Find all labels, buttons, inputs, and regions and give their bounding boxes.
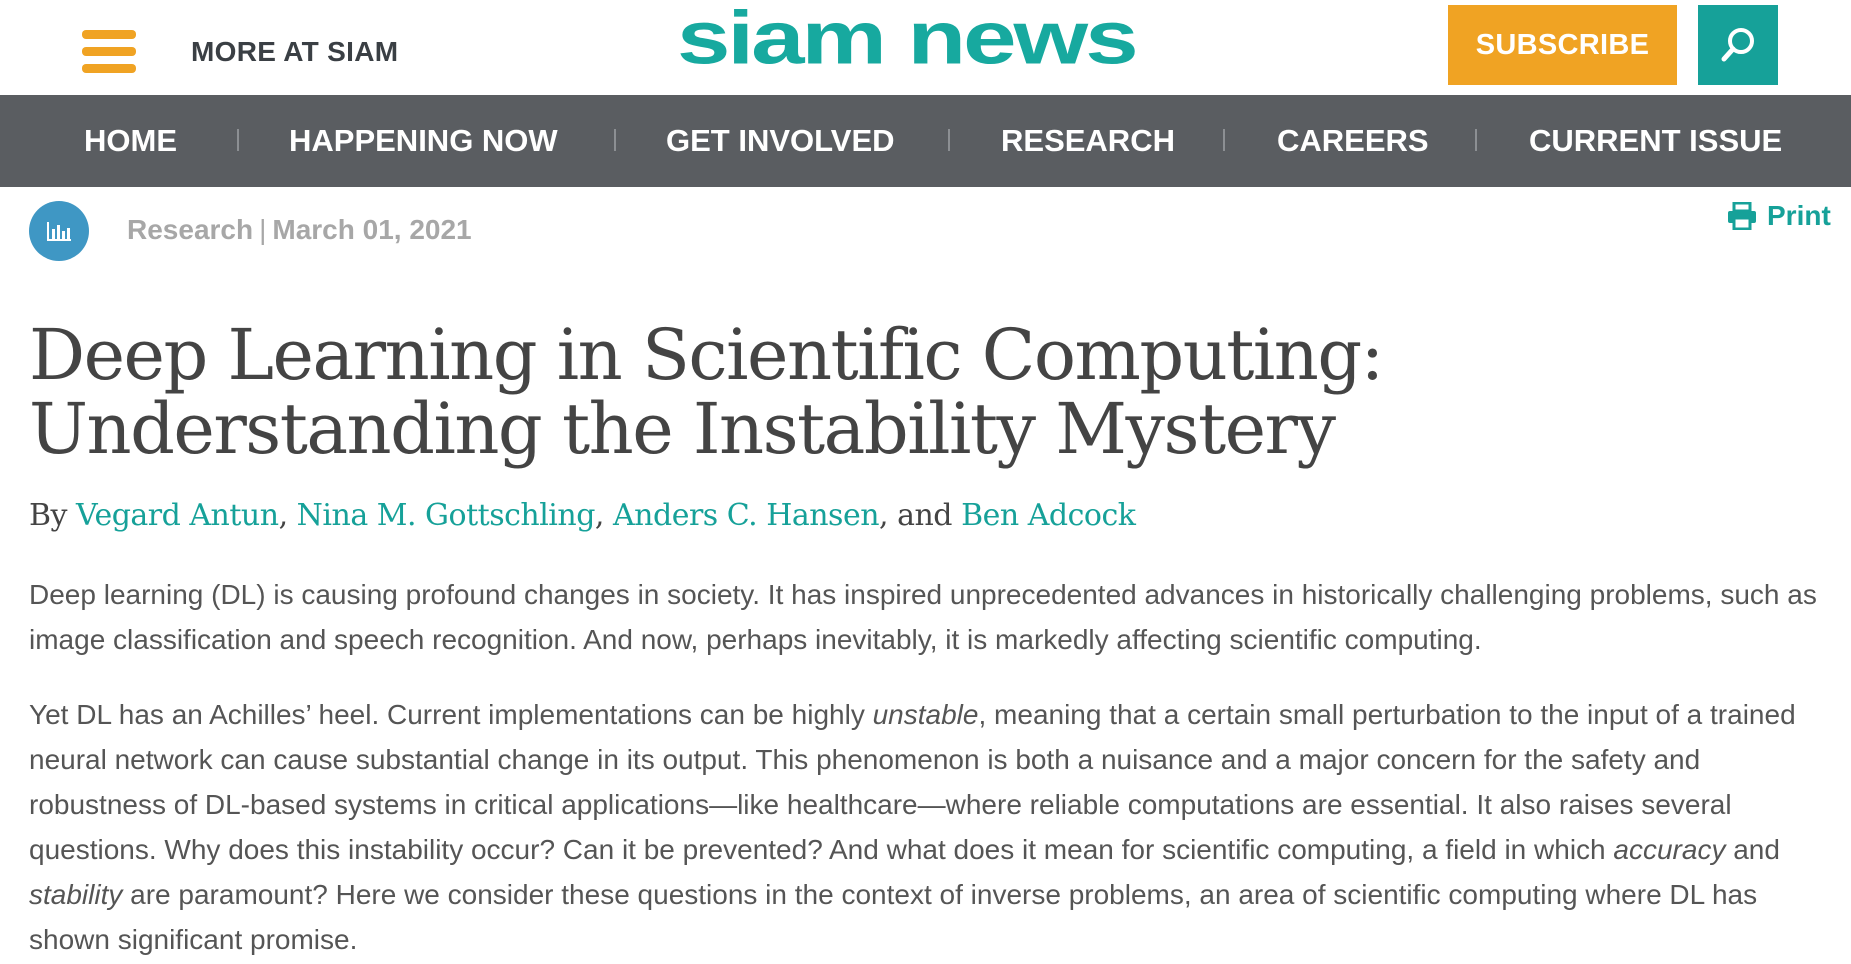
meta-separator: |	[259, 214, 267, 245]
hamburger-menu-icon[interactable]	[82, 30, 136, 74]
emphasis-stability: stability	[29, 879, 123, 910]
article-paragraph-1: Deep learning (DL) is causing profound c…	[29, 579, 1817, 655]
article-title: Deep Learning in Scientific Computing: U…	[29, 318, 1529, 466]
author-link[interactable]: Nina M. Gottschling	[297, 498, 596, 533]
nav-item-research[interactable]: RESEARCH	[1001, 95, 1175, 187]
nav-item-home[interactable]: HOME	[84, 95, 177, 187]
author-separator: ,	[594, 498, 605, 533]
article-paragraph-2: Yet DL has an Achilles’ heel. Current im…	[29, 692, 1829, 962]
nav-divider	[1223, 129, 1225, 151]
bar-chart-icon	[47, 222, 71, 241]
byline: By Vegard Antun, Nina M. Gottschling, An…	[29, 498, 1136, 533]
search-icon	[1721, 28, 1754, 62]
nav-item-get-involved[interactable]: GET INVOLVED	[666, 95, 895, 187]
author-link[interactable]: Anders C. Hansen	[613, 498, 880, 533]
author-link[interactable]: Vegard Antun	[76, 498, 279, 533]
nav-item-current-issue[interactable]: CURRENT ISSUE	[1529, 95, 1782, 187]
search-button[interactable]	[1698, 5, 1778, 85]
paragraph-text: are paramount? Here we consider these qu…	[29, 879, 1758, 955]
more-at-siam-link[interactable]: MORE AT SIAM	[191, 36, 398, 68]
paragraph-text: and	[1725, 834, 1780, 865]
category-link[interactable]: Research	[127, 214, 253, 245]
author-link[interactable]: Ben Adcock	[961, 498, 1136, 533]
emphasis-accuracy: accuracy	[1613, 834, 1726, 865]
nav-divider	[1475, 129, 1477, 151]
main-nav: HOME HAPPENING NOW GET INVOLVED RESEARCH…	[0, 95, 1851, 187]
print-label: Print	[1767, 200, 1831, 231]
nav-item-happening-now[interactable]: HAPPENING NOW	[289, 95, 558, 187]
author-and: , and	[879, 498, 953, 533]
author-separator: ,	[278, 498, 289, 533]
by-prefix: By	[29, 498, 68, 533]
title-line-1: Deep Learning in Scientific Computing:	[29, 314, 1384, 396]
siam-news-logo[interactable]: siam news	[677, 0, 1139, 92]
nav-item-careers[interactable]: CAREERS	[1277, 95, 1429, 187]
title-line-2: Understanding the Instability Mystery	[29, 388, 1336, 470]
subscribe-button[interactable]: SUBSCRIBE	[1448, 5, 1677, 85]
nav-divider	[614, 129, 616, 151]
logo-text: siam news	[677, 0, 1139, 80]
publish-date: March 01, 2021	[272, 214, 472, 245]
paragraph-text: Yet DL has an Achilles’ heel. Current im…	[29, 699, 873, 730]
nav-divider	[948, 129, 950, 151]
emphasis-unstable: unstable	[872, 699, 979, 730]
site-header: MORE AT SIAM siam news SUBSCRIBE	[0, 0, 1851, 95]
nav-divider	[237, 129, 239, 151]
printer-icon	[1728, 202, 1756, 230]
print-button[interactable]: Print	[1727, 200, 1831, 232]
article-meta: Research | March 01, 2021	[127, 214, 472, 246]
category-badge[interactable]	[29, 201, 89, 261]
